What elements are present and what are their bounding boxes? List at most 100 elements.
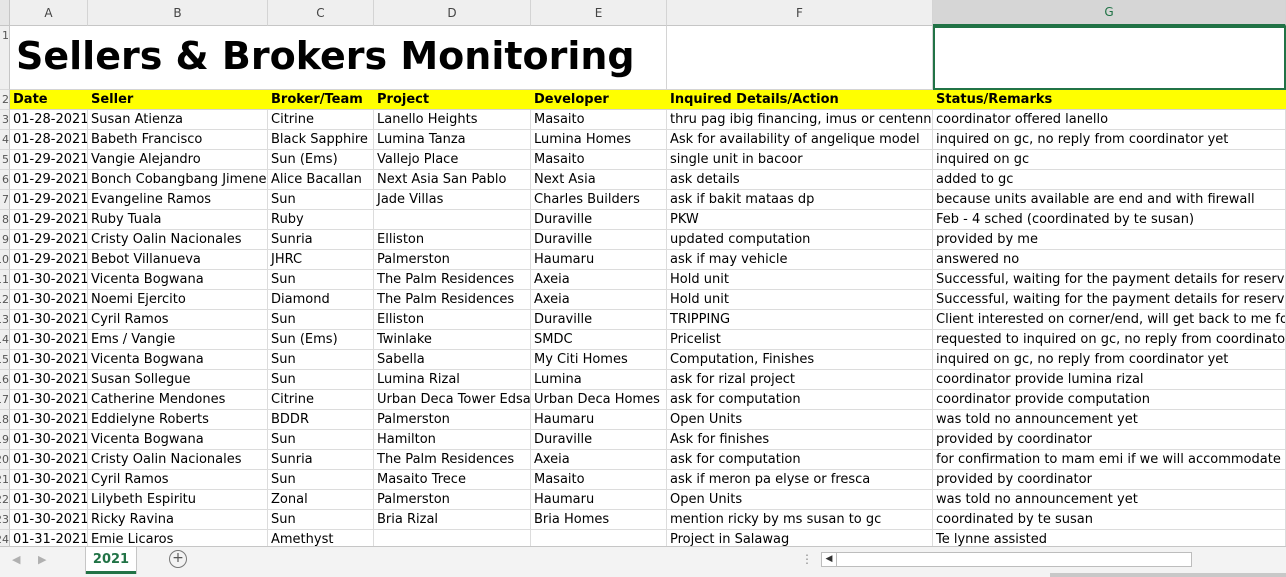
column-header-c[interactable]: C bbox=[268, 0, 374, 26]
cell-seller[interactable]: Susan Sollegue bbox=[88, 370, 268, 390]
cell-developer[interactable]: Axeia bbox=[531, 450, 667, 470]
cell-project[interactable] bbox=[374, 210, 531, 230]
cell-date[interactable]: 01-30-2021 bbox=[10, 370, 88, 390]
cell-developer[interactable]: Axeia bbox=[531, 270, 667, 290]
column-header-b[interactable]: B bbox=[88, 0, 268, 26]
cell-date[interactable]: 01-30-2021 bbox=[10, 290, 88, 310]
cell-project[interactable]: Urban Deca Tower Edsa bbox=[374, 390, 531, 410]
cell-project[interactable]: Hamilton bbox=[374, 430, 531, 450]
cell-date[interactable]: 01-30-2021 bbox=[10, 270, 88, 290]
cell-project[interactable]: Masaito Trece bbox=[374, 470, 531, 490]
cell-status-remarks[interactable]: inquired on gc, no reply from coordinato… bbox=[933, 130, 1286, 150]
cell-project[interactable]: The Palm Residences bbox=[374, 270, 531, 290]
cell-inquired-details[interactable]: single unit in bacoor bbox=[667, 150, 933, 170]
cell-seller[interactable]: Babeth Francisco bbox=[88, 130, 268, 150]
cell-seller[interactable]: Vicenta Bogwana bbox=[88, 350, 268, 370]
cell-status-remarks[interactable]: provided by me bbox=[933, 230, 1286, 250]
cell-inquired-details[interactable]: Project in Salawag bbox=[667, 530, 933, 546]
cell-broker-team[interactable]: Sunria bbox=[268, 230, 374, 250]
header-broker-team[interactable]: Broker/Team bbox=[268, 90, 374, 110]
cell-broker-team[interactable]: Sunria bbox=[268, 450, 374, 470]
cell-broker-team[interactable]: BDDR bbox=[268, 410, 374, 430]
row-number[interactable]: 22 bbox=[0, 490, 10, 510]
cell-status-remarks[interactable]: provided by coordinator bbox=[933, 470, 1286, 490]
row-number[interactable]: 21 bbox=[0, 470, 10, 490]
cell-broker-team[interactable]: Citrine bbox=[268, 110, 374, 130]
cell-date[interactable]: 01-30-2021 bbox=[10, 390, 88, 410]
cell-developer[interactable]: Charles Builders bbox=[531, 190, 667, 210]
cell-status-remarks[interactable]: for confirmation to mam emi if we will a… bbox=[933, 450, 1286, 470]
cell-inquired-details[interactable]: Pricelist bbox=[667, 330, 933, 350]
column-header-d[interactable]: D bbox=[374, 0, 531, 26]
cell-developer[interactable]: Haumaru bbox=[531, 410, 667, 430]
cell-project[interactable]: The Palm Residences bbox=[374, 290, 531, 310]
cell-seller[interactable]: Catherine Mendones bbox=[88, 390, 268, 410]
row-number[interactable]: 8 bbox=[0, 210, 10, 230]
cell-status-remarks[interactable]: Te lynne assisted bbox=[933, 530, 1286, 546]
cell-seller[interactable]: Ruby Tuala bbox=[88, 210, 268, 230]
cell-inquired-details[interactable]: updated computation bbox=[667, 230, 933, 250]
row-number[interactable]: 19 bbox=[0, 430, 10, 450]
cell-inquired-details[interactable]: ask for computation bbox=[667, 390, 933, 410]
cell-broker-team[interactable]: Alice Bacallan bbox=[268, 170, 374, 190]
cell-date[interactable]: 01-30-2021 bbox=[10, 310, 88, 330]
cell-inquired-details[interactable]: Open Units bbox=[667, 490, 933, 510]
cell-developer[interactable]: Duraville bbox=[531, 310, 667, 330]
cell-developer[interactable]: Lumina bbox=[531, 370, 667, 390]
cell-project[interactable]: Palmerston bbox=[374, 490, 531, 510]
cell-inquired-details[interactable]: ask if may vehicle bbox=[667, 250, 933, 270]
cell-status-remarks[interactable]: coordinator provide computation bbox=[933, 390, 1286, 410]
cell-broker-team[interactable]: Zonal bbox=[268, 490, 374, 510]
cell-project[interactable]: Bria Rizal bbox=[374, 510, 531, 530]
cell-date[interactable]: 01-29-2021 bbox=[10, 250, 88, 270]
cell-seller[interactable]: Ricky Ravina bbox=[88, 510, 268, 530]
cell-status-remarks[interactable]: Successful, waiting for the payment deta… bbox=[933, 290, 1286, 310]
cell-status-remarks[interactable]: provided by coordinator bbox=[933, 430, 1286, 450]
cell-inquired-details[interactable]: PKW bbox=[667, 210, 933, 230]
column-header-g[interactable]: G bbox=[933, 0, 1286, 26]
row-number[interactable]: 23 bbox=[0, 510, 10, 530]
cell-developer[interactable]: Masaito bbox=[531, 150, 667, 170]
cell-date[interactable]: 01-30-2021 bbox=[10, 490, 88, 510]
cell-inquired-details[interactable]: Hold unit bbox=[667, 290, 933, 310]
cell-date[interactable]: 01-30-2021 bbox=[10, 330, 88, 350]
cell-date[interactable]: 01-29-2021 bbox=[10, 150, 88, 170]
select-all-corner[interactable] bbox=[0, 0, 10, 26]
cell-status-remarks[interactable]: because units available are end and with… bbox=[933, 190, 1286, 210]
cell-seller[interactable]: Ems / Vangie bbox=[88, 330, 268, 350]
cell-grid[interactable]: Sellers & Brokers Monitoring Date Seller… bbox=[10, 26, 1286, 546]
column-header-f[interactable]: F bbox=[667, 0, 933, 26]
header-status-remarks[interactable]: Status/Remarks bbox=[933, 90, 1286, 110]
row-number[interactable]: 14 bbox=[0, 330, 10, 350]
cell-broker-team[interactable]: Sun bbox=[268, 190, 374, 210]
header-inquired-details[interactable]: Inquired Details/Action bbox=[667, 90, 933, 110]
cell-seller[interactable]: Vangie Alejandro bbox=[88, 150, 268, 170]
scrollbar-thumb[interactable] bbox=[838, 555, 1188, 564]
cell-seller[interactable]: Bebot Villanueva bbox=[88, 250, 268, 270]
cell-broker-team[interactable]: Sun bbox=[268, 370, 374, 390]
header-date[interactable]: Date bbox=[10, 90, 88, 110]
cell-inquired-details[interactable]: ask if meron pa elyse or fresca bbox=[667, 470, 933, 490]
cell-broker-team[interactable]: Citrine bbox=[268, 390, 374, 410]
cell-date[interactable]: 01-31-2021 bbox=[10, 530, 88, 546]
cell-seller[interactable]: Cristy Oalin Nacionales bbox=[88, 450, 268, 470]
cell-developer[interactable]: Axeia bbox=[531, 290, 667, 310]
row-number[interactable]: 1 bbox=[0, 26, 10, 90]
cell-date[interactable]: 01-30-2021 bbox=[10, 510, 88, 530]
cell-seller[interactable]: Noemi Ejercito bbox=[88, 290, 268, 310]
cell-status-remarks[interactable]: answered no bbox=[933, 250, 1286, 270]
row-number[interactable]: 5 bbox=[0, 150, 10, 170]
cell-status-remarks[interactable]: coordinator offered lanello bbox=[933, 110, 1286, 130]
cell-status-remarks[interactable]: was told no announcement yet bbox=[933, 490, 1286, 510]
column-header-a[interactable]: A bbox=[10, 0, 88, 26]
cell-g1-selected[interactable] bbox=[933, 26, 1286, 90]
title-cell[interactable]: Sellers & Brokers Monitoring bbox=[10, 26, 667, 90]
cell-broker-team[interactable]: Ruby bbox=[268, 210, 374, 230]
add-sheet-icon[interactable]: + bbox=[169, 550, 187, 568]
sheet-tab-2021[interactable]: 2021 bbox=[86, 547, 136, 574]
cell-developer[interactable]: Duraville bbox=[531, 430, 667, 450]
scroll-left-arrow-icon[interactable]: ◀ bbox=[822, 553, 837, 566]
cell-developer[interactable]: Duraville bbox=[531, 230, 667, 250]
cell-developer[interactable]: Duraville bbox=[531, 210, 667, 230]
tab-splitter-handle[interactable]: ⋮ bbox=[801, 552, 813, 566]
